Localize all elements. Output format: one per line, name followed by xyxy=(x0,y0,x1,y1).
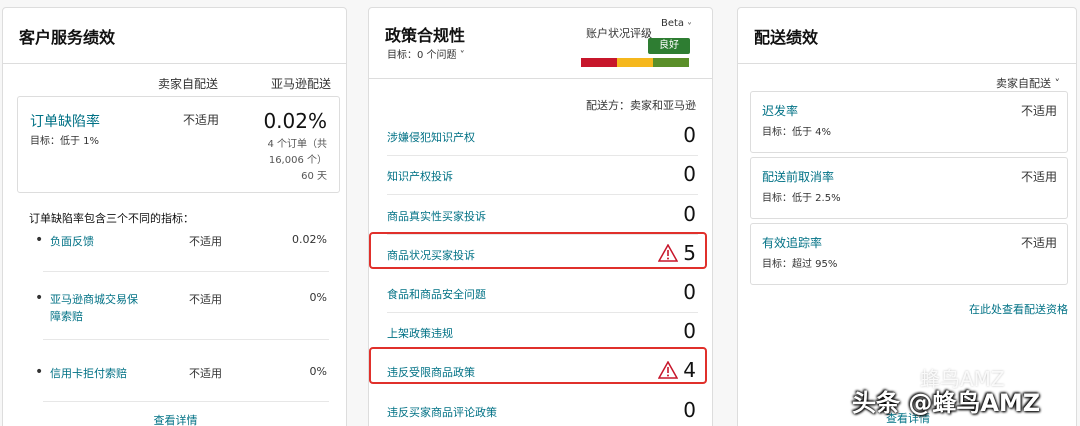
order-defect-rate-box: 订单缺陷率 目标：低于 1% 不适用 0.02% 4 个订单（共 16,006 … xyxy=(17,96,340,193)
policy-row-value: 0 xyxy=(683,280,696,304)
health-bar-red xyxy=(581,58,617,67)
policy-row-value: 0 xyxy=(683,123,696,147)
delivery-performance-card: 配送绩效 卖家自配送 ˅ 迟发率 目标：低于 4% 不适用 配送前取消率 目标：… xyxy=(737,7,1077,426)
late-shipment-rate-value: 不适用 xyxy=(1020,104,1057,118)
bullet: • xyxy=(35,364,44,380)
pre-fulfillment-cancel-rate-target: 目标：低于 2.5% xyxy=(762,193,841,204)
customer-service-header: 客户服务绩效 xyxy=(3,8,346,64)
policy-row: 涉嫌侵犯知识产权 0 xyxy=(369,117,712,156)
policy-row-value: 0 xyxy=(683,202,696,226)
policy-target-dropdown[interactable]: 目标：0 个问题 ˅ xyxy=(387,46,465,61)
policy-row-name[interactable]: 食品和商品安全问题 xyxy=(387,286,486,302)
account-health-rating-label[interactable]: 账户状况评级 xyxy=(586,25,652,41)
customer-service-card: 客户服务绩效 卖家自配送 亚马逊配送 订单缺陷率 目标：低于 1% 不适用 0.… xyxy=(2,7,347,426)
policy-compliance-card: 政策合规性 目标：0 个问题 ˅ 账户状况评级 Beta ˅ 良好 配送方：卖家… xyxy=(368,7,713,426)
metric-amazon-value: 0.02% xyxy=(292,233,327,246)
fulfillment-selector[interactable]: 卖家自配送 ˅ xyxy=(996,75,1060,91)
shipping-eligibility-link[interactable]: 在此处查看配送资格 xyxy=(969,301,1068,317)
metric-seller-value: 不适用 xyxy=(189,293,222,306)
health-bar-green xyxy=(653,58,689,67)
metric-name-negative-feedback[interactable]: 负面反馈 xyxy=(50,233,150,250)
valid-tracking-rate-target: 目标：超过 95% xyxy=(762,259,838,270)
beta-badge: Beta xyxy=(661,18,685,29)
pre-fulfillment-cancel-rate-link[interactable]: 配送前取消率 xyxy=(762,168,834,185)
late-shipment-rate-target: 目标：低于 4% xyxy=(762,127,832,138)
policy-row: 食品和商品安全问题 0 xyxy=(369,274,712,313)
policy-row-name[interactable]: 上架政策违规 xyxy=(387,325,453,341)
odr-description: 订单缺陷率包含三个不同的指标： xyxy=(29,212,194,225)
order-defect-rate-amazon-value: 0.02% xyxy=(263,109,327,133)
watermark-credit: 头条 @蜂鸟AMZ xyxy=(852,389,1041,417)
valid-tracking-rate-link[interactable]: 有效追踪率 xyxy=(762,234,822,251)
late-shipment-rate-box: 迟发率 目标：低于 4% 不适用 xyxy=(750,91,1068,153)
policy-row: 违反买家商品评论政策 0 xyxy=(369,392,712,426)
policy-row-name[interactable]: 违反买家商品评论政策 xyxy=(387,404,497,420)
health-bar-yellow xyxy=(617,58,653,67)
delivery-title: 配送绩效 xyxy=(754,28,819,47)
late-shipment-rate-link[interactable]: 迟发率 xyxy=(762,102,798,119)
order-defect-rate-link[interactable]: 订单缺陷率 xyxy=(30,111,100,131)
health-status-badge: 良好 xyxy=(648,38,690,54)
pre-fulfillment-cancel-rate-value: 不适用 xyxy=(1020,170,1057,184)
delivery-header: 配送绩效 xyxy=(738,8,1076,64)
col-seller-fulfilled: 卖家自配送 xyxy=(158,77,219,91)
divider xyxy=(43,271,329,272)
shipped-by-label: 配送方：卖家和亚马逊 xyxy=(586,99,696,112)
policy-row-name[interactable]: 涉嫌侵犯知识产权 xyxy=(387,129,475,145)
order-defect-rate-seller-value: 不适用 xyxy=(183,113,220,127)
order-defect-rate-detail: 4 个订单（共 16,006 个） 60 天 xyxy=(257,137,327,185)
policy-row-value: 0 xyxy=(683,319,696,343)
valid-tracking-rate-value: 不适用 xyxy=(1020,236,1057,250)
pre-fulfillment-cancel-rate-box: 配送前取消率 目标：低于 2.5% 不适用 xyxy=(750,157,1068,219)
policy-row: 商品真实性买家投诉 0 xyxy=(369,196,712,235)
policy-row-name[interactable]: 知识产权投诉 xyxy=(387,168,453,184)
highlight-box xyxy=(369,232,707,269)
odr-detail-line-3: 60 天 xyxy=(301,171,327,182)
divider xyxy=(387,194,698,195)
divider xyxy=(43,339,329,340)
customer-service-title: 客户服务绩效 xyxy=(19,28,116,47)
metric-name-chargeback-claims[interactable]: 信用卡拒付索赔 xyxy=(50,365,150,382)
chevron-down-icon: ˅ xyxy=(1054,77,1061,90)
bullet: • xyxy=(35,232,44,248)
highlight-box xyxy=(369,347,707,384)
health-rating-bar xyxy=(581,58,689,67)
odr-detail-line-1: 4 个订单（共 xyxy=(267,139,327,150)
policy-row-value: 0 xyxy=(683,162,696,186)
metric-amazon-value: 0% xyxy=(309,291,327,304)
chevron-down-icon[interactable]: ˅ xyxy=(687,22,692,33)
policy-row-name[interactable]: 商品真实性买家投诉 xyxy=(387,208,486,224)
metric-amazon-value: 0% xyxy=(309,365,327,378)
customer-service-details-link[interactable]: 查看详情 xyxy=(3,412,346,426)
valid-tracking-rate-box: 有效追踪率 目标：超过 95% 不适用 xyxy=(750,223,1068,285)
col-amazon-fulfilled: 亚马逊配送 xyxy=(271,77,332,91)
metric-seller-value: 不适用 xyxy=(189,367,222,380)
odr-detail-line-2: 16,006 个） xyxy=(268,155,327,166)
policy-row: 知识产权投诉 0 xyxy=(369,156,712,195)
chevron-down-icon: ˅ xyxy=(459,50,465,61)
metric-name-a-to-z-claims[interactable]: 亚马逊商城交易保 障索赔 xyxy=(50,291,150,325)
bullet: • xyxy=(35,290,44,306)
divider xyxy=(43,401,329,402)
metric-seller-value: 不适用 xyxy=(189,235,222,248)
policy-row-value: 0 xyxy=(683,398,696,422)
order-defect-rate-target: 目标：低于 1% xyxy=(30,136,100,147)
